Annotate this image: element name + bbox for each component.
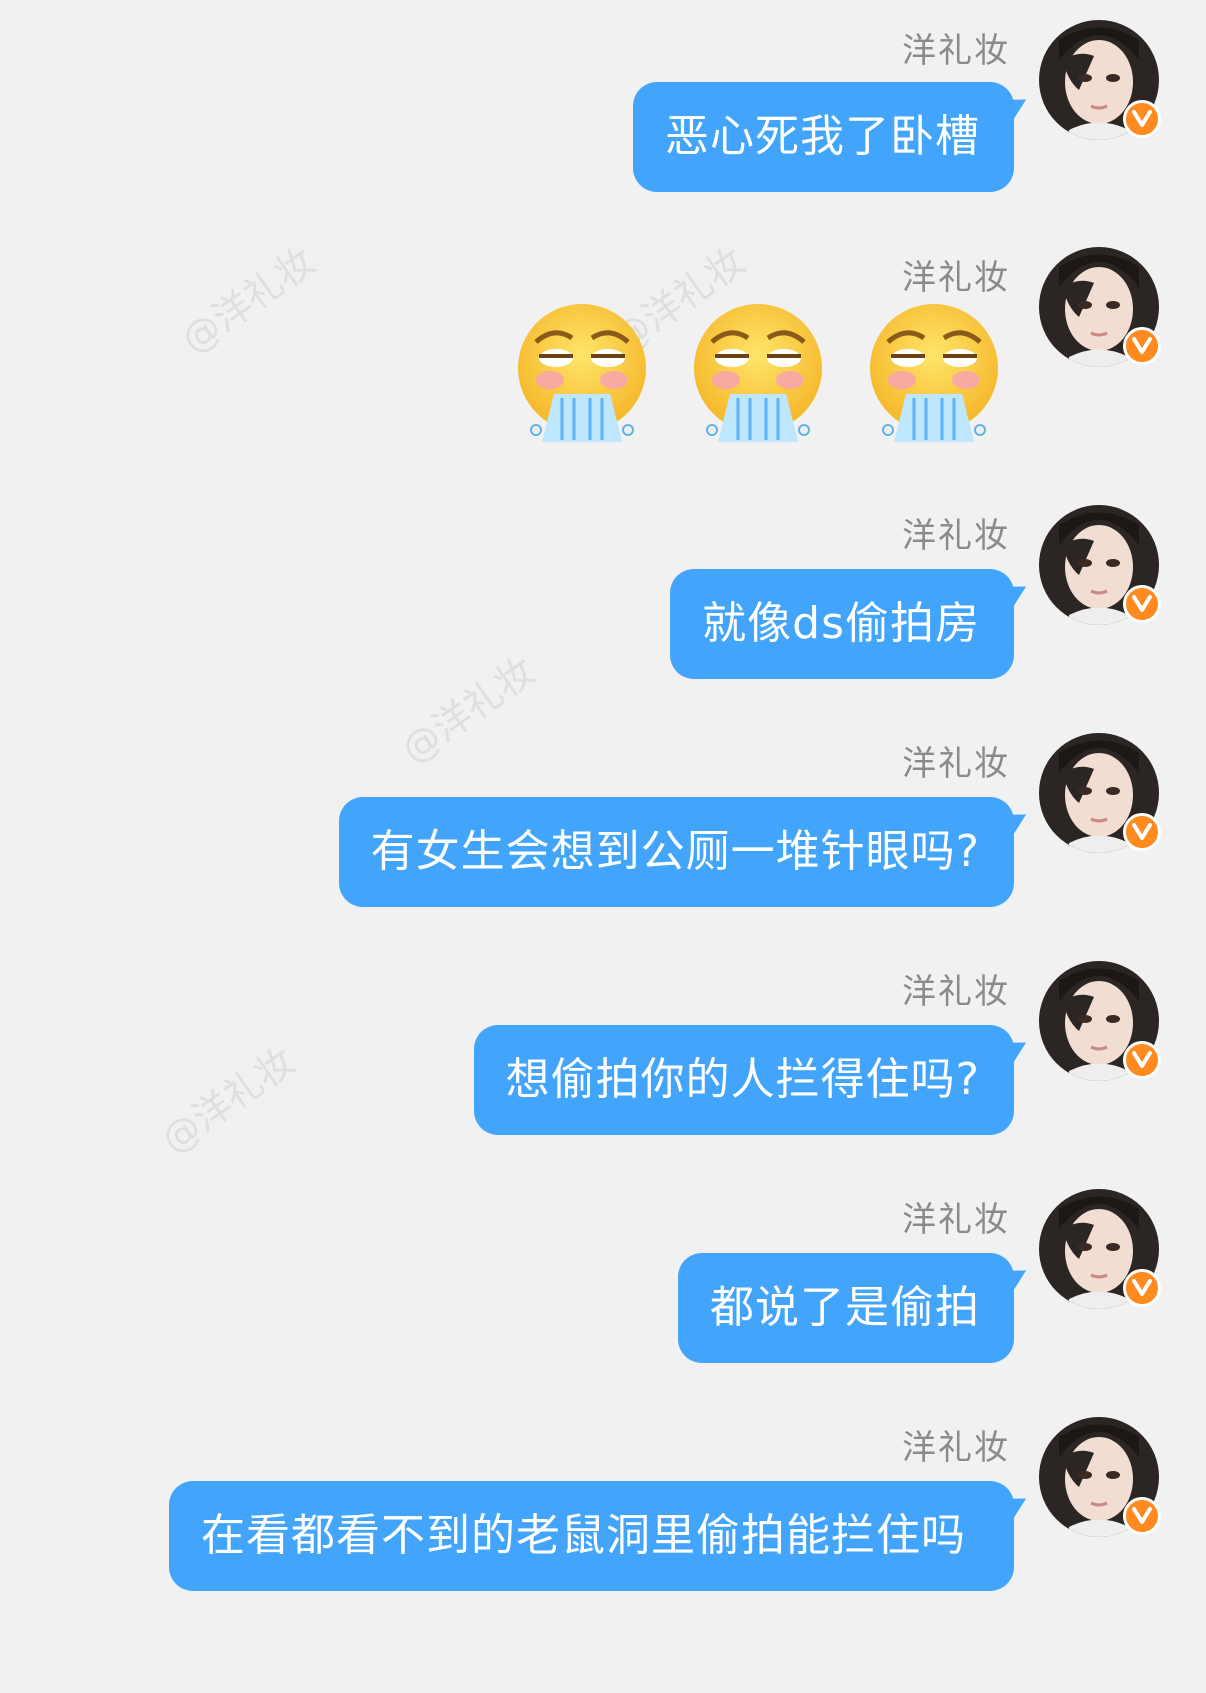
- message-bubble[interactable]: 有女生会想到公厕一堆针眼吗?: [338, 797, 1014, 907]
- avatar[interactable]: [1039, 1189, 1161, 1309]
- verified-badge-icon: [1123, 585, 1161, 623]
- message: 洋礼妆 都说了是偷拍: [0, 1189, 1206, 1379]
- message: 洋礼妆: [0, 247, 1206, 467]
- emoji-row[interactable]: [512, 302, 1004, 442]
- sender-name: 洋礼妆: [902, 31, 1010, 71]
- message: 洋礼妆 就像ds偷拍房: [0, 505, 1206, 695]
- avatar[interactable]: [1039, 961, 1161, 1081]
- avatar[interactable]: [1039, 20, 1161, 140]
- sender-name: 洋礼妆: [902, 1200, 1010, 1240]
- verified-badge-icon: [1123, 1269, 1161, 1307]
- message-bubble[interactable]: 在看都看不到的老鼠洞里偷拍能拦住吗: [169, 1481, 1014, 1591]
- message: 洋礼妆 在看都看不到的老鼠洞里偷拍能拦住吗: [0, 1417, 1206, 1667]
- avatar[interactable]: [1039, 733, 1161, 853]
- verified-badge-icon: [1123, 327, 1161, 365]
- sender-name: 洋礼妆: [902, 1428, 1010, 1468]
- message: 洋礼妆 恶心死我了卧槽: [0, 20, 1206, 210]
- message: 洋礼妆 想偷拍你的人拦得住吗?: [0, 961, 1206, 1151]
- sender-name: 洋礼妆: [902, 972, 1010, 1012]
- verified-badge-icon: [1123, 1497, 1161, 1535]
- vomit-emoji-icon: [694, 304, 822, 442]
- sender-name: 洋礼妆: [902, 516, 1010, 556]
- avatar[interactable]: [1039, 247, 1161, 367]
- verified-badge-icon: [1123, 1041, 1161, 1079]
- avatar[interactable]: [1039, 505, 1161, 625]
- message-bubble[interactable]: 就像ds偷拍房: [670, 569, 1014, 679]
- verified-badge-icon: [1123, 813, 1161, 851]
- vomit-emoji-icon: [518, 304, 646, 442]
- message: 洋礼妆 有女生会想到公厕一堆针眼吗?: [0, 733, 1206, 923]
- sender-name: 洋礼妆: [902, 744, 1010, 784]
- sender-name: 洋礼妆: [902, 258, 1010, 298]
- message-bubble[interactable]: 都说了是偷拍: [678, 1253, 1014, 1363]
- verified-badge-icon: [1123, 100, 1161, 138]
- vomit-emoji-icon: [870, 304, 998, 442]
- chat-thread: @洋礼妆 @洋礼妆 @洋礼妆 @洋礼妆 洋礼妆 恶心死我了卧槽 洋礼妆 洋礼妆 …: [0, 0, 1206, 1693]
- avatar[interactable]: [1039, 1417, 1161, 1537]
- message-bubble[interactable]: 恶心死我了卧槽: [633, 82, 1014, 192]
- message-bubble[interactable]: 想偷拍你的人拦得住吗?: [473, 1025, 1014, 1135]
